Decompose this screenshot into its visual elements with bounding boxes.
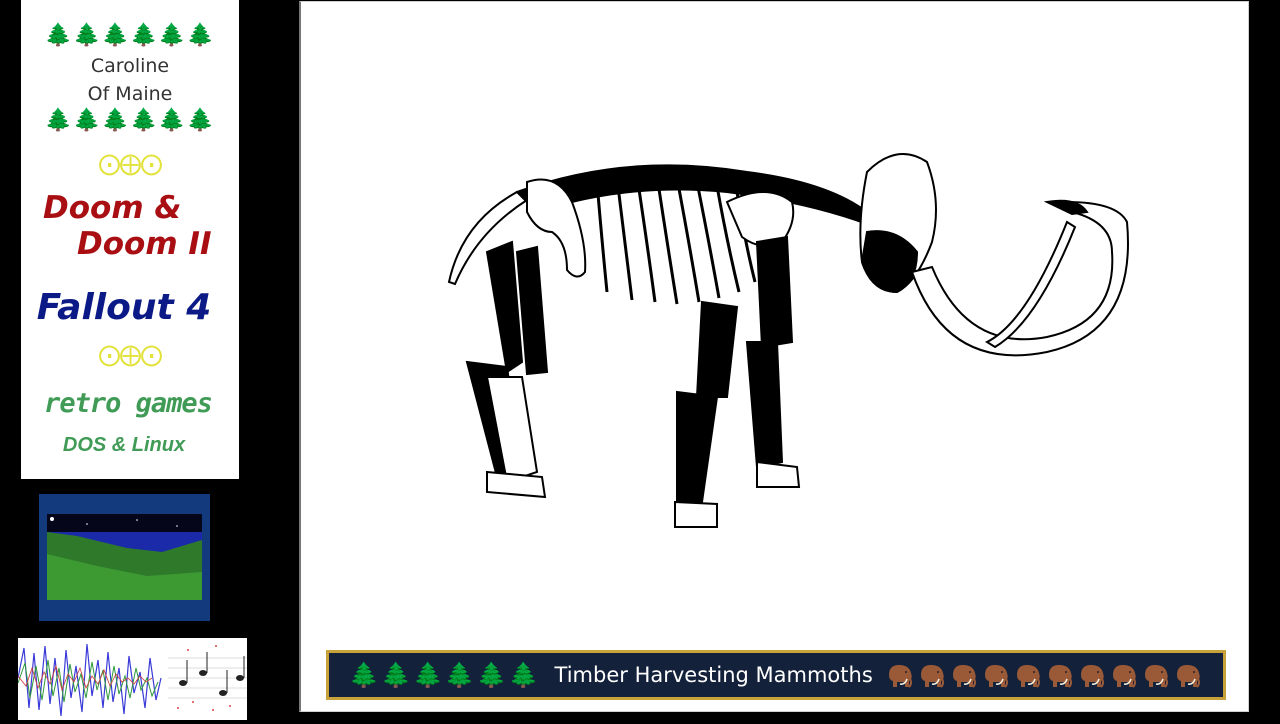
mammoth-icon (1048, 665, 1072, 688)
mammoth-icon-row (885, 661, 1203, 689)
game-title-fallout: Fallout 4 (36, 287, 212, 328)
game-title-doom-line-1: Doom & (43, 190, 182, 226)
streamer-name: Caroline Of Maine (21, 52, 239, 108)
platform-label: DOS & Linux (62, 434, 186, 456)
mammoth-skeleton-icon (447, 153, 1129, 528)
symbol-divider-bottom: ⨀⨁⨀ (98, 343, 163, 368)
retro-games-label: retro games (44, 388, 213, 419)
mammoth-icon (1144, 665, 1168, 688)
game-preview-thumbnail (39, 494, 210, 621)
mammoth-icon (1112, 665, 1136, 688)
landscape-scene-icon (47, 514, 202, 600)
stream-info-panel: 🌲🌲🌲🌲🌲🌲 Caroline Of Maine 🌲🌲🌲🌲🌲🌲 ⨀⨁⨀ Doom… (21, 0, 239, 479)
game-title-doom-line-2: Doom II (77, 226, 212, 262)
mammoth-icon (888, 665, 912, 688)
audio-waveform-visualizer (17, 638, 247, 720)
mammoth-icon (1016, 665, 1040, 688)
tree-row-top: 🌲🌲🌲🌲🌲🌲 (44, 23, 216, 48)
mammoth-icon (1080, 665, 1104, 688)
streamer-name-line-2: Of Maine (87, 83, 173, 105)
streamer-name-line-1: Caroline (90, 55, 170, 77)
mammoth-icon (984, 665, 1008, 688)
symbol-divider-top: ⨀⨁⨀ (98, 152, 163, 177)
mammoth-icon (1176, 665, 1200, 688)
stream-title-banner: 🌲🌲🌲🌲🌲🌲 Timber Harvesting Mammoths (326, 650, 1226, 700)
mammoth-icon (952, 665, 976, 688)
tree-row-bottom: 🌲🌲🌲🌲🌲🌲 (44, 108, 216, 133)
waveform-icon (17, 643, 247, 717)
banner-tree-row: 🌲🌲🌲🌲🌲🌲 (349, 661, 541, 689)
stream-title: Timber Harvesting Mammoths (554, 663, 873, 687)
main-canvas (299, 1, 1249, 712)
mammoth-icon (920, 665, 944, 688)
